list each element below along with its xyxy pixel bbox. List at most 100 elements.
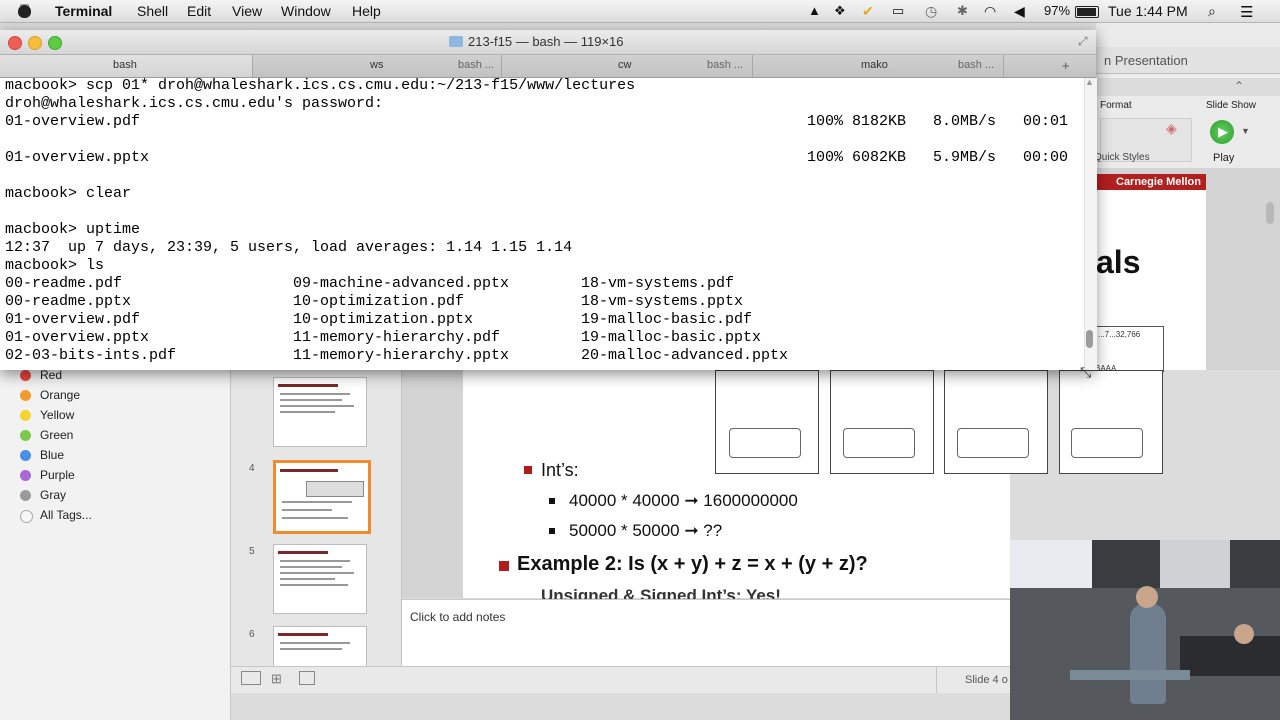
tab-mako[interactable]: mako bash ...	[753, 55, 1004, 77]
ls-entry: 01-overview.pdf	[5, 311, 141, 328]
quick-styles-label: Quick Styles	[1094, 152, 1150, 163]
folder-icon	[449, 36, 463, 47]
terminal-line: macbook> scp 01* droh@whaleshark.ics.cs.…	[5, 78, 636, 94]
thumbnail-number-6: 6	[249, 629, 255, 640]
bullet-ints: Int’s:	[541, 460, 579, 480]
ls-entry: 19-malloc-basic.pdf	[581, 311, 753, 328]
tab-cw[interactable]: cw bash ...	[502, 55, 753, 77]
slide-counter: Slide 4 o	[965, 674, 1008, 686]
ls-entry: 10-optimization.pdf	[293, 293, 465, 310]
tab-label: mako	[861, 59, 888, 71]
slide-thumbnail-5[interactable]	[273, 544, 367, 614]
normal-view-icon[interactable]	[241, 671, 261, 685]
tab-ws[interactable]: ws bash ...	[253, 55, 502, 77]
slide-thumbnail-3[interactable]	[273, 377, 367, 447]
sub-bullet-2: 50000 * 50000 ➞ ??	[569, 521, 723, 540]
menu-shell[interactable]: Shell	[137, 3, 168, 19]
tab-bash[interactable]: bash	[0, 55, 253, 77]
scroll-up-arrow[interactable]: ▲	[1085, 77, 1094, 87]
ls-entry: 18-vm-systems.pdf	[581, 275, 735, 292]
menu-edit[interactable]: Edit	[187, 3, 211, 19]
tag-label: Red	[40, 368, 63, 382]
menu-view[interactable]: View	[232, 3, 262, 19]
terminal-scrollbar-thumb[interactable]	[1086, 330, 1093, 348]
tag-color-dot	[20, 390, 31, 401]
spotlight-icon[interactable]: ⌕	[1208, 3, 1216, 20]
tab-label: ws	[370, 59, 384, 71]
play-dropdown-icon[interactable]: ▼	[1241, 126, 1250, 136]
notes-pane[interactable]: Click to add notes	[402, 599, 1010, 667]
resize-handle-icon[interactable]: ⤡	[1080, 364, 1091, 381]
terminal-scrollbar-track[interactable]	[1084, 78, 1097, 370]
slide-thumbnail-4[interactable]	[273, 460, 371, 534]
ls-entry: 19-malloc-basic.pptx	[581, 329, 762, 346]
apple-logo-shape	[18, 5, 31, 18]
bluetooth-icon[interactable]: ✱	[957, 3, 968, 19]
comic-caption-fragment: ...7...32,766	[1098, 330, 1141, 339]
ls-entry: 10-optimization.pptx	[293, 311, 474, 328]
ppt-scrollbar[interactable]	[1266, 202, 1274, 224]
current-slide[interactable]: BAAA Int’s: 40000 * 40000 ➞ 1600000000 5…	[463, 364, 1163, 605]
lecture-video-inset	[1010, 540, 1280, 720]
menu-app-name[interactable]: Terminal	[55, 3, 112, 19]
menu-window[interactable]: Window	[281, 3, 331, 19]
fullscreen-icon[interactable]: ⤢	[1078, 34, 1088, 49]
terminal-line: droh@whaleshark.ics.cs.cmu.edu's passwor…	[5, 95, 384, 112]
tag-label: Green	[40, 428, 74, 442]
ribbon-tab-slideshow[interactable]: Slide Show	[1206, 100, 1256, 111]
slide-thumbnail-pane[interactable]: 4 5 6	[231, 370, 402, 668]
notification-center-icon[interactable]: ☰	[1240, 3, 1253, 21]
ls-entry: 01-overview.pptx	[5, 329, 150, 346]
slide-sorter-icon[interactable]: ⊞	[271, 671, 282, 687]
terminal-line: 01-overview.pdf	[5, 113, 141, 130]
ribbon-collapse-icon[interactable]: ⌃	[1234, 79, 1244, 93]
ppt-ribbon-right: n Presentation ⌃ Format Slide Show Quick…	[1094, 22, 1280, 372]
minimize-button[interactable]	[28, 36, 42, 50]
terminal-window[interactable]: 213-f15 — bash — 119×16 ⤢ bash ws bash .…	[0, 30, 1097, 380]
ls-entry: 00-readme.pdf	[5, 275, 123, 292]
battery-percent[interactable]: 97%	[1044, 3, 1070, 18]
slide-title-fragment: als	[1096, 244, 1141, 280]
tag-label: Orange	[40, 388, 81, 402]
menubar-clock[interactable]: Tue 1:44 PM	[1108, 3, 1188, 19]
mac-menubar:  Terminal Shell Edit View Window Help ▲…	[0, 0, 1280, 23]
ls-entry: 00-readme.pptx	[5, 293, 132, 310]
ls-entry: 11-memory-hierarchy.pptx	[293, 347, 510, 364]
finder-tags-panel: Red Orange Yellow Green Blue Purple Gray All Ta…	[0, 368, 231, 720]
airplay-icon[interactable]: ▭	[892, 3, 904, 19]
tag-color-dot	[20, 410, 31, 421]
battery-icon[interactable]	[1075, 6, 1099, 18]
transfer-progress: 100% 8182KB 8.0MB/s 00:01	[807, 113, 1069, 130]
cmu-brand-label: Carnegie Mellon	[1116, 176, 1201, 188]
presenter-view-icon[interactable]	[299, 671, 315, 685]
all-tags-label: All Tags...	[40, 508, 92, 522]
terminal-title: 213-f15 — bash — 119×16	[468, 34, 624, 49]
terminal-titlebar[interactable]: 213-f15 — bash — 119×16 ⤢	[0, 30, 1096, 55]
drive-icon[interactable]: ▲	[808, 3, 821, 18]
slide-thumbnail-6[interactable]	[273, 626, 367, 668]
wifi-icon[interactable]: ◠	[984, 3, 996, 20]
ribbon-tab-format[interactable]: Format	[1100, 100, 1132, 111]
tag-label: Yellow	[40, 408, 75, 422]
dropbox-icon[interactable]: ❖	[834, 3, 846, 19]
close-button[interactable]	[8, 36, 22, 50]
paint-bucket-icon[interactable]: ◈	[1166, 120, 1177, 137]
volume-icon[interactable]: ◀	[1014, 3, 1025, 20]
checkmark-app-icon[interactable]: ✔	[862, 3, 874, 20]
terminal-line: macbook> ls	[5, 257, 105, 274]
ls-entry: 11-memory-hierarchy.pdf	[293, 329, 501, 346]
tag-label: Blue	[40, 448, 65, 462]
tag-color-dot	[20, 470, 31, 481]
new-tab-button[interactable]: +	[1062, 58, 1070, 73]
ls-entry: 09-machine-advanced.pptx	[293, 275, 510, 292]
menu-help[interactable]: Help	[352, 3, 381, 19]
play-button[interactable]: ▶	[1210, 120, 1234, 144]
thumbnail-number-4: 4	[249, 463, 255, 474]
terminal-output[interactable]: macbook> scp 01* droh@whaleshark.ics.cs.…	[0, 78, 1084, 370]
presentation-title-fragment: n Presentation	[1104, 53, 1188, 68]
zoom-button[interactable]	[48, 36, 62, 50]
tab-sub: bash ...	[958, 59, 995, 71]
example-2-heading: Example 2: Is (x + y) + z = x + (y + z)?	[517, 553, 868, 575]
time-machine-icon[interactable]: ◷	[925, 3, 937, 20]
tab-sub: bash ...	[458, 59, 495, 71]
